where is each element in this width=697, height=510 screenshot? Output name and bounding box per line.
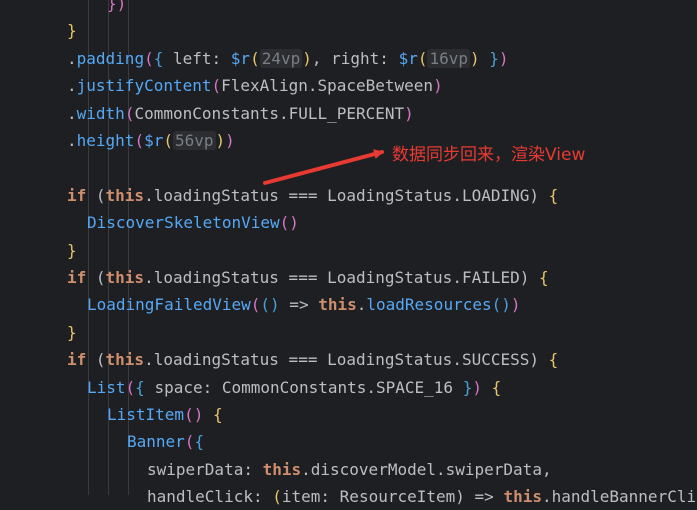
annotation-label: 数据同步回来，渲染View	[392, 145, 586, 165]
annotation-arrow-icon	[263, 149, 384, 185]
code-editor[interactable]: })} .padding({ left: $r(24vp), right: $r(…	[0, 0, 697, 506]
